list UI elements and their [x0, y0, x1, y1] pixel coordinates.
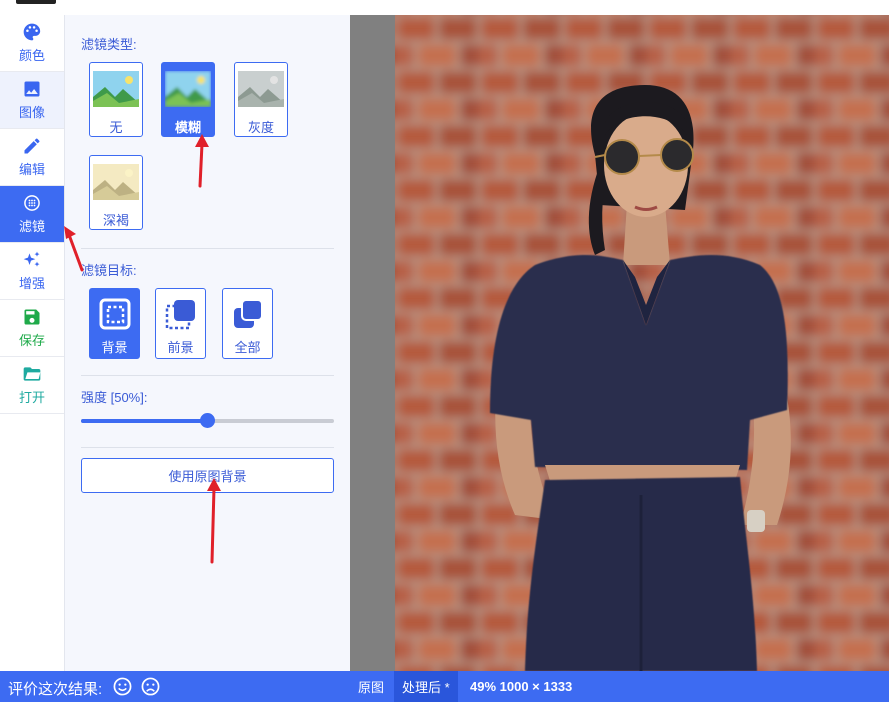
landscape-thumbnail-icon	[93, 71, 139, 107]
divider	[81, 375, 334, 376]
frown-icon[interactable]	[141, 677, 160, 696]
tab-original[interactable]: 原图	[358, 671, 384, 702]
filter-target-caption: 背景	[101, 340, 128, 355]
palette-icon	[23, 23, 41, 41]
sidebar-item-label: 滤镜	[18, 219, 45, 234]
filter-target-foreground[interactable]: 前景	[155, 288, 206, 359]
filter-type-none[interactable]: 无	[89, 62, 143, 137]
filter-type-caption: 深褐	[102, 213, 129, 228]
sidebar-item-save[interactable]: 保存	[0, 300, 64, 357]
image-icon	[24, 81, 40, 97]
background-target-icon	[99, 298, 130, 330]
rate-result-label: 评价这次结果:	[8, 681, 103, 698]
sidebar-item-label: 保存	[18, 333, 45, 348]
filter-target-label: 滤镜目标:	[81, 263, 137, 278]
filter-type-label: 滤镜类型:	[81, 37, 137, 52]
sidebar-item-color[interactable]: 颜色	[0, 15, 64, 72]
landscape-thumbnail-icon	[165, 71, 211, 107]
filter-type-caption: 灰度	[247, 120, 274, 135]
filter-type-blur[interactable]: 模糊	[161, 62, 215, 137]
strength-slider-handle[interactable]	[199, 413, 215, 428]
strength-label: 强度 [50%]:	[81, 390, 148, 405]
image-canvas	[350, 15, 889, 671]
save-icon	[24, 309, 40, 325]
smile-icon[interactable]	[113, 677, 132, 696]
sidebar-item-label: 打开	[18, 390, 45, 405]
divider	[81, 447, 334, 448]
sidebar-item-image[interactable]: 图像	[0, 72, 64, 129]
top-bar	[0, 0, 889, 16]
strength-slider[interactable]	[81, 413, 334, 428]
pencil-icon	[24, 138, 40, 154]
filter-target-caption: 全部	[234, 340, 261, 355]
tab-processed[interactable]: 处理后 *	[394, 671, 458, 702]
all-target-icon	[233, 299, 263, 328]
sidebar-item-open[interactable]: 打开	[0, 357, 64, 414]
landscape-thumbnail-icon	[238, 71, 284, 107]
status-bar: 评价这次结果: 原图 处理后 * 49% 1000 × 1333	[0, 671, 889, 702]
app-logo	[16, 0, 56, 4]
strength-slider-fill	[81, 419, 208, 423]
sidebar-item-label: 增强	[18, 276, 45, 291]
sidebar-item-label: 编辑	[18, 162, 45, 177]
sidebar-item-label: 颜色	[18, 48, 45, 63]
sparkle-icon	[23, 251, 40, 267]
sidebar-item-label: 图像	[18, 105, 45, 120]
divider	[81, 248, 334, 249]
folder-open-icon	[23, 367, 41, 381]
filter-target-caption: 前景	[167, 340, 194, 355]
landscape-thumbnail-icon	[93, 164, 139, 200]
sidebar: 颜色 图像 编辑 滤镜 增强 保存 打开	[0, 15, 65, 671]
filter-panel: 滤镜类型: 无 模糊 灰度 深褐 滤镜目标: 背景 前景 全部 强度 [50%]…	[65, 15, 350, 671]
processed-photo	[395, 15, 889, 671]
filter-type-sepia[interactable]: 深褐	[89, 155, 143, 230]
zoom-size-info: 49% 1000 × 1333	[470, 679, 573, 694]
filter-target-background[interactable]: 背景	[89, 288, 140, 359]
sidebar-item-enhance[interactable]: 增强	[0, 243, 64, 300]
filter-target-all[interactable]: 全部	[222, 288, 273, 359]
filter-icon	[24, 195, 40, 211]
filter-type-caption: 无	[109, 120, 123, 135]
sidebar-item-filter[interactable]: 滤镜	[0, 186, 64, 243]
foreground-target-icon	[165, 300, 195, 330]
sidebar-item-edit[interactable]: 编辑	[0, 129, 64, 186]
use-original-background-button[interactable]: 使用原图背景	[81, 458, 334, 493]
filter-type-grayscale[interactable]: 灰度	[234, 62, 288, 137]
filter-type-caption: 模糊	[174, 120, 201, 135]
